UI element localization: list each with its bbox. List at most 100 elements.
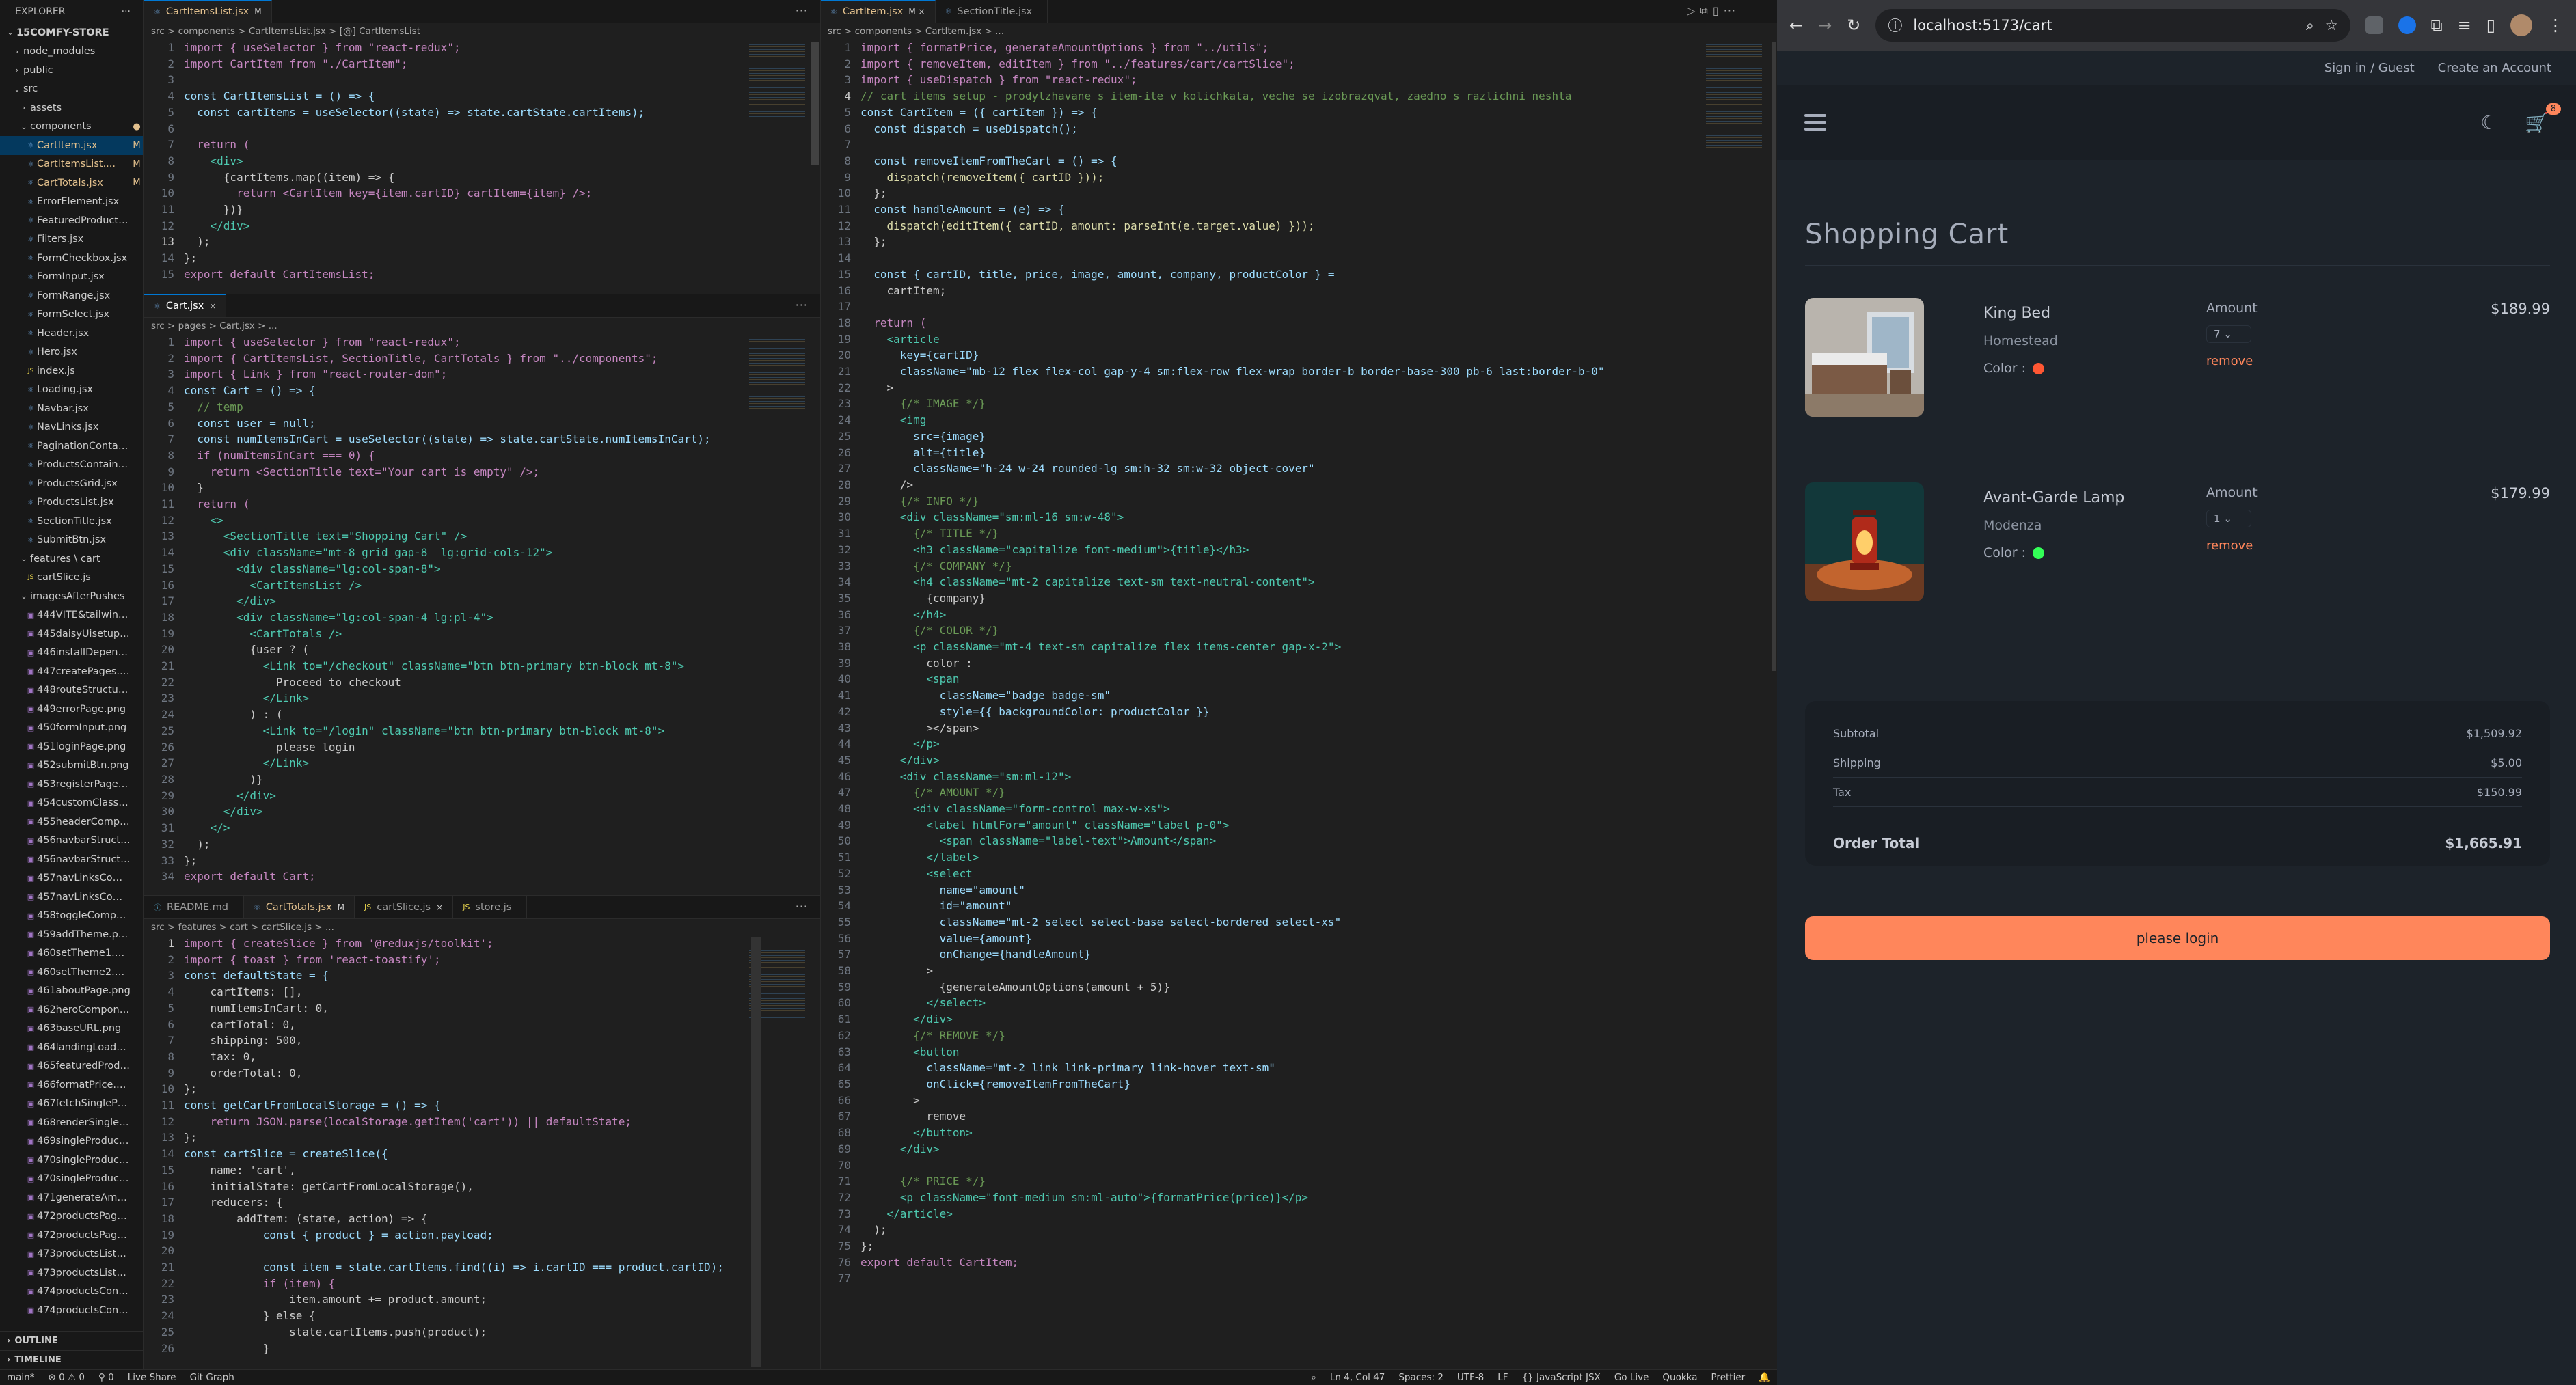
tree-item[interactable]: ▣ 458toggleCompon... xyxy=(0,907,143,926)
tree-item[interactable]: ▣ 469singleProductC... xyxy=(0,1132,143,1151)
ports-indicator[interactable]: ⚲ 0 xyxy=(92,1372,121,1383)
tree-item[interactable]: ▣ 452submitBtn.png xyxy=(0,756,143,776)
tree-item[interactable]: ⚛ ProductsContainer... xyxy=(0,456,143,475)
tree-item[interactable]: ▣ 472productsPageS... xyxy=(0,1226,143,1245)
tree-item[interactable]: ⌄ features \ cart xyxy=(0,549,143,568)
tree-item[interactable]: ⚛ PaginationContain... xyxy=(0,437,143,456)
language-mode[interactable]: {} JavaScript JSX xyxy=(1515,1372,1608,1383)
tree-item[interactable]: ▣ 457navLinksComp... xyxy=(0,869,143,888)
more-actions-icon[interactable]: ··· xyxy=(796,299,808,312)
tree-item[interactable]: ▣ 450formInput.png xyxy=(0,719,143,738)
editor-tab[interactable]: JS cartSlice.js × xyxy=(355,896,454,918)
tab-search-icon[interactable]: ≡ xyxy=(2458,16,2471,35)
tree-item[interactable]: › public xyxy=(0,61,143,80)
tree-item[interactable]: ▣ 474productsContai... xyxy=(0,1301,143,1320)
tree-item[interactable]: ▣ 454customClass.png xyxy=(0,794,143,813)
remove-button[interactable]: remove xyxy=(2206,538,2253,553)
tree-item[interactable]: ⚛ ProductsList.jsx xyxy=(0,493,143,512)
tree-item[interactable]: JS cartSlice.js xyxy=(0,568,143,588)
tree-item[interactable]: ▣ 446installDepende... xyxy=(0,644,143,663)
tree-item[interactable]: ⌄ 15COMFY-STORE xyxy=(0,23,143,42)
moon-icon[interactable]: ☾ xyxy=(2480,111,2497,134)
tree-item[interactable]: ▣473productsList2.p... xyxy=(0,1263,143,1283)
minimap[interactable] xyxy=(749,42,805,118)
tree-item[interactable]: ▣ 463baseURL.png xyxy=(0,1019,143,1039)
tree-item[interactable]: ⚛ FormRange.jsx xyxy=(0,286,143,305)
tree-item[interactable]: ⌄ src xyxy=(0,80,143,99)
editor-tab[interactable]: ⚛ CartTotals.jsx M xyxy=(243,896,355,918)
git-branch[interactable]: main* xyxy=(0,1372,41,1383)
tree-item[interactable]: ⚛ Loading.jsx xyxy=(0,381,143,400)
tree-item[interactable]: ⚛ FormSelect.jsx xyxy=(0,305,143,325)
tree-item[interactable]: ⚛ SubmitBtn.jsx xyxy=(0,531,143,550)
search-icon[interactable]: ⌕ xyxy=(1304,1372,1323,1383)
tree-item[interactable]: ▣ 471generateAmou... xyxy=(0,1188,143,1207)
amount-select[interactable]: 7 ⌄ xyxy=(2206,325,2251,343)
tree-item[interactable]: ▣ 470singleProductA... xyxy=(0,1151,143,1170)
tree-item[interactable]: ⚛ Navbar.jsx xyxy=(0,399,143,418)
bookmark-star-icon[interactable]: ☆ xyxy=(2325,17,2338,33)
tree-item[interactable]: JS index.js xyxy=(0,361,143,381)
tree-item[interactable]: ⚛ FeaturedProducts.jsx xyxy=(0,211,143,230)
code-editor[interactable]: 1 import { useSelector } from "react-redu… xyxy=(144,334,820,885)
minimap[interactable] xyxy=(1706,42,1762,152)
tree-item[interactable]: ⚛ Hero.jsx xyxy=(0,343,143,362)
minimap[interactable] xyxy=(749,337,805,412)
tree-item[interactable]: ▣ 459addTheme.png xyxy=(0,925,143,944)
tree-item[interactable]: ▣ 447createPages.png xyxy=(0,662,143,681)
indentation[interactable]: Spaces: 2 xyxy=(1392,1372,1450,1383)
editor-tab[interactable]: ⚛ SectionTitle.jsx xyxy=(936,0,1048,23)
tree-item[interactable]: ⚛ NavLinks.jsx xyxy=(0,418,143,437)
quokka-button[interactable]: Quokka xyxy=(1655,1372,1704,1383)
cursor-position[interactable]: Ln 4, Col 47 xyxy=(1323,1372,1392,1383)
tree-item[interactable]: › node_modules xyxy=(0,42,143,61)
git-graph-button[interactable]: Git Graph xyxy=(183,1372,241,1383)
tree-item[interactable]: ▣ 465featuredProdu... xyxy=(0,1057,143,1076)
tree-item[interactable]: ▣ 451loginPage.png xyxy=(0,737,143,756)
tree-item[interactable]: ⌄ components ● xyxy=(0,118,143,137)
tree-item[interactable]: ▣ 464landingLoader.... xyxy=(0,1038,143,1057)
editor-tab[interactable]: JS store.js xyxy=(453,896,528,918)
go-live-button[interactable]: Go Live xyxy=(1608,1372,1656,1383)
editor-tab[interactable]: ⚛ Cart.jsx × xyxy=(144,294,227,317)
tree-item[interactable]: ▣ 470singleProductA... xyxy=(0,1170,143,1189)
remove-button[interactable]: remove xyxy=(2206,354,2253,368)
amount-select[interactable]: 1 ⌄ xyxy=(2206,510,2251,527)
tree-item[interactable]: ⚛ Filters.jsx xyxy=(0,230,143,249)
tree-item[interactable]: ▣ 467fetchSinglePro... xyxy=(0,1095,143,1114)
extension-icon[interactable] xyxy=(2398,16,2416,34)
forward-icon[interactable]: → xyxy=(1818,16,1832,35)
tree-item[interactable]: ⚛ FormCheckbox.jsx xyxy=(0,249,143,268)
tab-status[interactable]: × xyxy=(209,301,216,311)
tree-item[interactable]: ▣473productsList1.p... xyxy=(0,1245,143,1264)
sign-in-link[interactable]: Sign in / Guest xyxy=(2324,61,2415,75)
hamburger-menu-icon[interactable] xyxy=(1804,114,1826,131)
more-actions-icon[interactable]: ··· xyxy=(796,900,808,913)
encoding[interactable]: UTF-8 xyxy=(1450,1372,1491,1383)
tree-item[interactable]: ▣ 472productsPageS... xyxy=(0,1207,143,1226)
code-editor[interactable]: 1 import { formatPrice, generateAmountOpt… xyxy=(821,40,1777,1287)
address-bar[interactable]: ⓘ localhost:5173/cart ⌕ ☆ xyxy=(1875,9,2350,42)
login-button[interactable]: please login xyxy=(1805,916,2550,960)
outline-section[interactable]: › OUTLINE xyxy=(0,1331,143,1350)
avatar[interactable] xyxy=(2510,14,2532,36)
tree-item[interactable]: ▣ 462heroCompone... xyxy=(0,1000,143,1019)
editor-tab[interactable]: ⚛ CartItem.jsx M × xyxy=(821,0,936,23)
reload-icon[interactable]: ↻ xyxy=(1847,16,1860,35)
menu-icon[interactable]: ⋮ xyxy=(2547,16,2564,35)
code-editor[interactable]: 1 import { useSelector } from "react-redu… xyxy=(144,40,820,283)
tab-status[interactable]: M xyxy=(338,903,344,912)
editor-tab[interactable]: ⚛ CartItemsList.jsx M xyxy=(144,0,272,23)
back-icon[interactable]: ← xyxy=(1789,16,1803,35)
tree-item[interactable]: ▣ 468renderSinglePr... xyxy=(0,1113,143,1132)
site-info-icon[interactable]: ⓘ xyxy=(1888,15,1902,36)
tree-item[interactable]: ▣ 448routeStructure... xyxy=(0,681,143,700)
zoom-icon[interactable]: ⌕ xyxy=(2306,17,2314,34)
tree-item[interactable]: ⚛ CartTotals.jsx M xyxy=(0,174,143,193)
tree-item[interactable]: ▣ 444VITE&tailwindC... xyxy=(0,606,143,625)
side-panel-icon[interactable]: ▯ xyxy=(2486,16,2495,35)
tab-status[interactable]: M × xyxy=(908,7,925,16)
tree-item[interactable]: ⚛ SectionTitle.jsx xyxy=(0,512,143,531)
tree-item[interactable]: ▣ 455headerCompo... xyxy=(0,812,143,832)
tree-item[interactable]: ⚛ ProductsGrid.jsx xyxy=(0,474,143,493)
